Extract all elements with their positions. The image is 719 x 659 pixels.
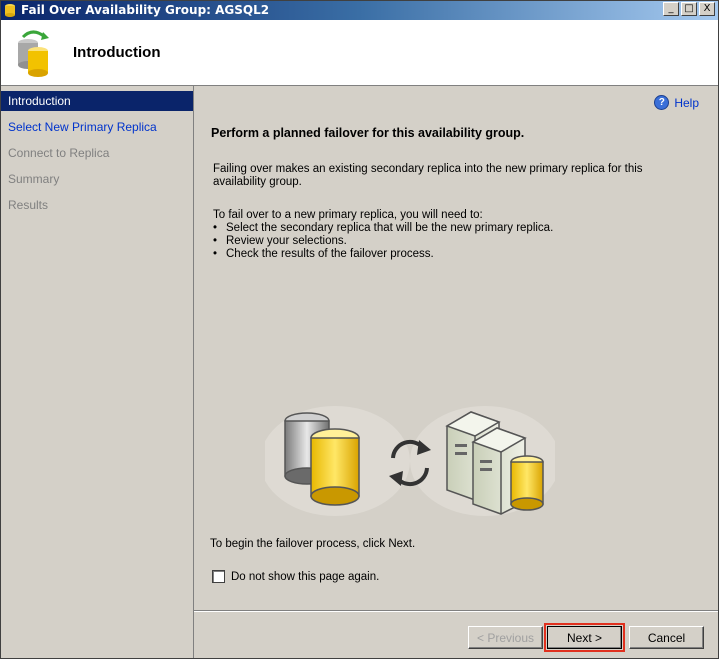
next-button[interactable]: Next > xyxy=(544,623,625,652)
window-controls: _ □ X xyxy=(663,2,715,16)
maximize-button[interactable]: □ xyxy=(681,2,697,16)
title-bar: Fail Over Availability Group: AGSQL2 _ □… xyxy=(0,0,719,20)
nav-item-introduction[interactable]: Introduction xyxy=(1,91,193,111)
wizard-content: ? Help Perform a planned failover for th… xyxy=(195,86,717,608)
step-item: Check the results of the failover proces… xyxy=(213,248,697,261)
nav-item-select-new-primary-replica[interactable]: Select New Primary Replica xyxy=(1,117,193,137)
failover-illustration xyxy=(265,406,555,516)
help-label: Help xyxy=(674,95,699,110)
window-title: Fail Over Availability Group: AGSQL2 xyxy=(21,3,270,17)
dont-show-again-label: Do not show this page again. xyxy=(231,570,380,583)
cancel-button[interactable]: Cancel xyxy=(629,626,704,649)
footer-divider xyxy=(194,610,718,612)
nav-item-summary: Summary xyxy=(8,172,60,186)
wizard-nav: Introduction Select New Primary Replica … xyxy=(1,86,194,659)
nav-item-connect-to-replica: Connect to Replica xyxy=(8,146,110,160)
database-failover-icon xyxy=(18,30,49,77)
intro-paragraph: Failing over makes an existing secondary… xyxy=(213,163,643,188)
page-title: Introduction xyxy=(73,44,161,61)
nav-item-results: Results xyxy=(8,198,49,212)
step-item: Review your selections. xyxy=(213,235,697,248)
steps-list: Select the secondary replica that will b… xyxy=(213,222,697,261)
help-link[interactable]: ? Help xyxy=(654,95,699,110)
app-icon xyxy=(5,4,15,17)
intro-heading: Perform a planned failover for this avai… xyxy=(211,126,525,140)
dont-show-again-checkbox[interactable] xyxy=(212,570,225,583)
wizard-header: Introduction xyxy=(1,20,718,86)
help-icon: ? xyxy=(654,95,670,110)
previous-button[interactable]: < Previous xyxy=(468,626,543,649)
close-button[interactable]: X xyxy=(699,2,715,16)
minimize-button[interactable]: _ xyxy=(663,2,679,16)
steps-section: To fail over to a new primary replica, y… xyxy=(213,209,697,261)
begin-instruction: To begin the failover process, click Nex… xyxy=(210,538,416,550)
dont-show-again-row[interactable]: Do not show this page again. xyxy=(212,570,379,583)
steps-intro: To fail over to a new primary replica, y… xyxy=(213,209,483,221)
step-item: Select the secondary replica that will b… xyxy=(213,222,697,235)
